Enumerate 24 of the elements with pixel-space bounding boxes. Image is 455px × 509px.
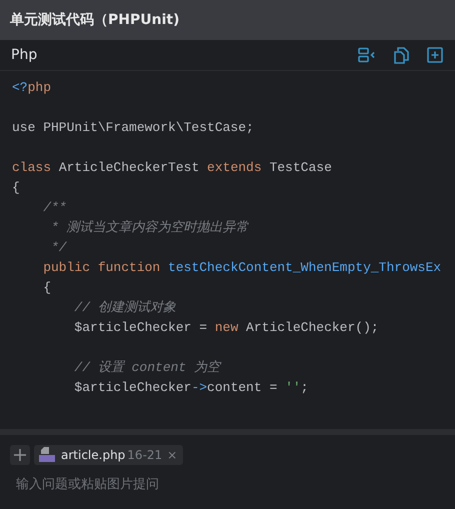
language-label: Php bbox=[11, 47, 38, 63]
insert-icon[interactable] bbox=[358, 47, 376, 63]
code-line: class ArticleCheckerTest extends TestCase bbox=[12, 159, 332, 177]
add-file-icon[interactable] bbox=[427, 47, 443, 63]
code-line: */ bbox=[50, 239, 67, 257]
code-line: // 创建测试对象 bbox=[73, 299, 176, 317]
code-line: * 测试当文章内容为空时抛出异常 bbox=[50, 219, 249, 237]
php-file-icon bbox=[38, 447, 56, 463]
code-line: { bbox=[12, 179, 20, 197]
code-line: /** bbox=[42, 199, 67, 217]
file-name: article.php bbox=[61, 448, 126, 462]
window-title: 单元测试代码（PHPUnit) bbox=[10, 11, 180, 29]
line-range: 16-21 bbox=[127, 448, 162, 462]
add-button[interactable] bbox=[10, 445, 30, 465]
copy-icon[interactable] bbox=[394, 46, 409, 64]
file-chip[interactable]: article.php 16-21 × bbox=[34, 445, 184, 465]
code-line: $articleChecker = new ArticleChecker(); bbox=[73, 319, 379, 337]
code-line: public function testCheckContent_WhenEmpty_ThrowsEx bbox=[42, 259, 442, 277]
question-input[interactable]: 输入问题或粘贴图片提问 bbox=[10, 477, 436, 492]
code-line: { bbox=[42, 279, 52, 297]
code-line: $articleChecker->content = ''; bbox=[73, 379, 308, 397]
code-line: <?php bbox=[12, 79, 52, 97]
code-line: use PHPUnit\Framework\TestCase; bbox=[12, 119, 254, 137]
code-line: // 设置 content 为空 bbox=[73, 359, 220, 377]
